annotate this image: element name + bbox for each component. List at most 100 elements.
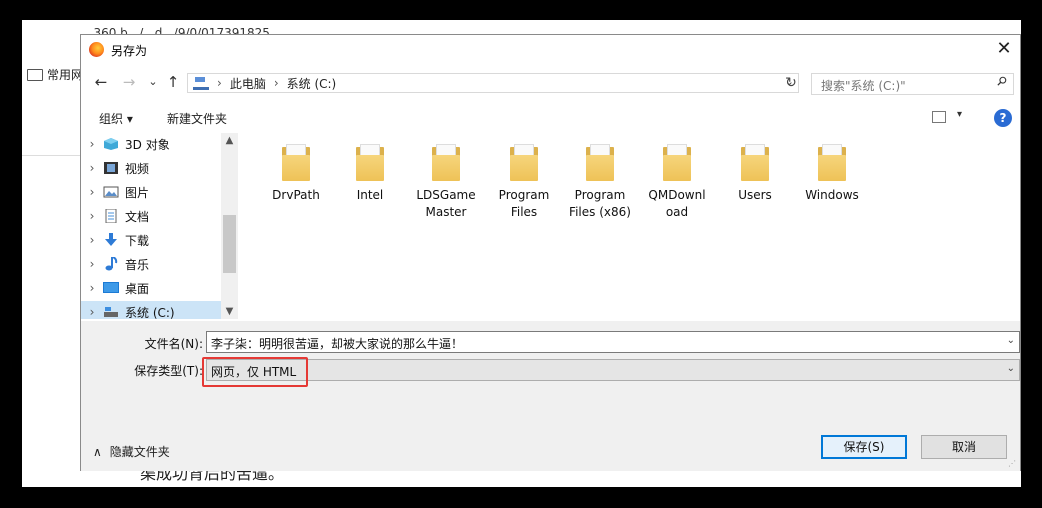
close-button[interactable]: ✕ — [992, 37, 1016, 61]
chevron-down-icon[interactable]: ⌄ — [1007, 335, 1015, 346]
tree-item-label: 视频 — [125, 161, 150, 176]
filename-field[interactable]: 李子柒：明明很苦逼，却被大家说的那么牛逼！ ⌄ — [206, 331, 1020, 353]
folder-icon — [430, 143, 462, 183]
folder-icon — [508, 143, 540, 183]
resize-grip-icon[interactable]: ⋰ — [1008, 459, 1018, 469]
folder-item[interactable]: DrvPath — [260, 143, 332, 204]
scroll-up-arrow-icon[interactable]: ▲ — [221, 135, 238, 146]
folder-icon — [816, 143, 848, 183]
refresh-button[interactable]: ↻ — [781, 73, 801, 93]
tree-item-documents[interactable]: › 文档 — [81, 205, 221, 227]
tree-item-label: 图片 — [125, 185, 150, 200]
help-button[interactable]: ? — [994, 109, 1012, 127]
expand-chevron-icon[interactable]: › — [81, 209, 103, 223]
tree-item-music[interactable]: › 音乐 — [81, 253, 221, 275]
breadcrumb-separator: › — [273, 76, 279, 90]
3d-objects-icon — [104, 138, 118, 150]
folder-item[interactable]: Windows — [796, 143, 868, 204]
breadcrumb-system-c[interactable]: 系统 (C:) — [287, 75, 337, 92]
tree-item-downloads[interactable]: › 下载 — [81, 229, 221, 251]
navigation-bar: ← → ⌄ ↑ › 此电脑 › 系统 (C:) ⌄ ↻ 搜索"系统 (C:)" — [81, 68, 1020, 98]
folder-name: Windows — [805, 188, 859, 202]
tree-item-label: 3D 对象 — [125, 137, 170, 152]
breadcrumb-this-pc[interactable]: 此电脑 — [230, 75, 266, 92]
file-list: DrvPath Intel LDSGame Master Program Fil… — [240, 133, 1020, 319]
tree-item-pictures[interactable]: › 图片 — [81, 181, 221, 203]
back-button[interactable]: ← — [91, 72, 111, 92]
tree-item-label: 桌面 — [125, 281, 150, 296]
filetype-label: 保存类型(T): — [134, 364, 203, 378]
expand-chevron-icon[interactable]: › — [81, 233, 103, 247]
search-icon — [997, 76, 1007, 86]
tree-item-label: 系统 (C:) — [125, 305, 175, 320]
search-input[interactable]: 搜索"系统 (C:)" — [811, 73, 1014, 95]
chevron-down-icon[interactable]: ⌄ — [1007, 363, 1015, 374]
tree-item-video[interactable]: › 视频 — [81, 157, 221, 179]
tree-item-3d-objects[interactable]: › 3D 对象 — [81, 133, 221, 155]
bookmark-label: 常用网 — [47, 68, 84, 82]
cancel-button[interactable]: 取消 — [921, 435, 1007, 459]
expand-chevron-icon[interactable]: › — [81, 305, 103, 319]
folder-item[interactable]: QMDownl oad — [641, 143, 713, 221]
desktop-icon — [103, 282, 119, 293]
folder-name: QMDownl oad — [648, 188, 706, 219]
folder-icon — [739, 143, 771, 183]
folder-icon — [661, 143, 693, 183]
save-options-panel: 文件名(N): 李子柒：明明很苦逼，却被大家说的那么牛逼！ ⌄ 保存类型(T):… — [81, 321, 1020, 471]
chevron-up-icon: ∧ — [93, 444, 102, 459]
folder-item[interactable]: Program Files — [488, 143, 560, 221]
tree-scrollbar[interactable]: ▲ ▼ — [221, 133, 238, 319]
scrollbar-thumb[interactable] — [223, 215, 236, 273]
video-icon — [104, 162, 118, 174]
documents-icon — [105, 209, 117, 223]
music-icon — [105, 257, 118, 271]
tree-item-label: 音乐 — [125, 257, 150, 272]
folder-item[interactable]: Program Files (x86) — [564, 143, 636, 221]
folder-item[interactable]: LDSGame Master — [410, 143, 482, 221]
filename-label: 文件名(N): — [144, 337, 203, 351]
expand-chevron-icon[interactable]: › — [81, 137, 103, 151]
bookmark-folder-icon — [27, 68, 43, 81]
folder-name: DrvPath — [272, 188, 320, 202]
tree-item-label: 下载 — [125, 233, 150, 248]
expand-chevron-icon[interactable]: › — [81, 161, 103, 175]
save-button[interactable]: 保存(S) — [821, 435, 907, 459]
folder-name: Program Files (x86) — [569, 188, 631, 219]
dialog-title: 另存为 — [111, 44, 148, 58]
folder-item[interactable]: Intel — [334, 143, 406, 204]
scroll-down-arrow-icon[interactable]: ▼ — [221, 306, 238, 317]
hide-folders-label: 隐藏文件夹 — [109, 445, 170, 459]
command-toolbar: 组织 ▾ 新建文件夹 ▾ ? — [81, 101, 1020, 133]
forward-button[interactable]: → — [119, 72, 139, 92]
navigation-tree: › 3D 对象 › 视频 › 图片 › 文档 › 下载 › 音乐 › 桌面 › … — [81, 133, 238, 319]
up-button[interactable]: ↑ — [163, 72, 183, 92]
tree-item-label: 文档 — [125, 209, 150, 224]
new-folder-button[interactable]: 新建文件夹 — [167, 110, 227, 127]
recent-locations-button[interactable]: ⌄ — [143, 72, 163, 92]
expand-chevron-icon[interactable]: › — [81, 185, 103, 199]
filename-value: 李子柒：明明很苦逼，却被大家说的那么牛逼！ — [211, 337, 464, 351]
expand-chevron-icon[interactable]: › — [81, 281, 103, 295]
bookmark-item[interactable]: 常用网 — [27, 66, 83, 83]
search-placeholder: 搜索"系统 (C:)" — [821, 79, 906, 93]
folder-item[interactable]: Users — [719, 143, 791, 204]
folder-icon — [354, 143, 386, 183]
view-dropdown-icon[interactable]: ▾ — [957, 109, 962, 120]
background-divider — [22, 155, 80, 156]
expand-chevron-icon[interactable]: › — [81, 257, 103, 271]
pictures-icon — [103, 186, 119, 198]
tree-item-desktop[interactable]: › 桌面 — [81, 277, 221, 299]
filetype-select[interactable]: 网页，仅 HTML ⌄ — [206, 359, 1020, 381]
folder-name: Users — [738, 188, 772, 202]
hide-folders-toggle[interactable]: ∧ 隐藏文件夹 — [93, 443, 170, 460]
firefox-icon — [89, 42, 104, 57]
organize-button[interactable]: 组织 ▾ — [99, 110, 133, 127]
breadcrumb-separator: › — [217, 76, 222, 90]
tree-item-system-c[interactable]: › 系统 (C:) — [81, 301, 221, 319]
save-as-dialog: 另存为 ✕ ← → ⌄ ↑ › 此电脑 › 系统 (C:) ⌄ ↻ 搜索"系统 … — [80, 34, 1021, 471]
dialog-titlebar[interactable]: 另存为 ✕ — [81, 35, 1020, 65]
view-options-icon[interactable] — [932, 111, 946, 123]
address-bar[interactable]: › 此电脑 › 系统 (C:) ⌄ — [187, 73, 799, 93]
highlight-annotation-box — [202, 357, 308, 387]
drive-icon — [104, 307, 118, 317]
